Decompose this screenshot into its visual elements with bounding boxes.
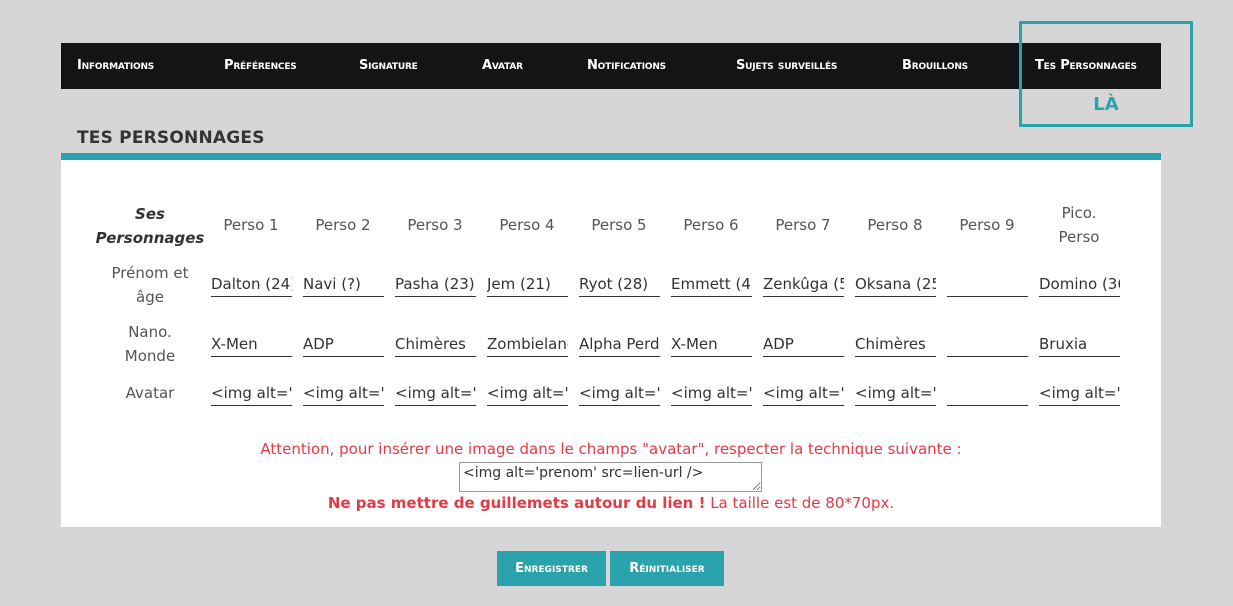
nano-monde-input-3[interactable] [395, 331, 476, 357]
highlight-annotation-label: LÀ [1093, 94, 1119, 115]
prenom-age-input-2[interactable] [303, 271, 384, 297]
column-header-perso-6: Perso 6 [683, 216, 739, 234]
avatar-input-9[interactable] [947, 380, 1028, 406]
prenom-age-input-6[interactable] [671, 271, 752, 297]
tab-preferences[interactable]: Préférences [224, 43, 297, 89]
avatar-input-6[interactable] [671, 380, 752, 406]
tab-sujets-surveilles[interactable]: Sujets surveillés [736, 43, 837, 89]
column-header-perso-9: Perso 9 [959, 216, 1015, 234]
column-header-perso-3: Perso 3 [407, 216, 463, 234]
avatar-example-code[interactable]: <img alt='prenom' src=lien-url /> [459, 462, 762, 492]
avatar-warning-text: Attention, pour insérer une image dans l… [260, 440, 962, 458]
avatar-input-3[interactable] [395, 380, 476, 406]
avatar-input-4[interactable] [487, 380, 568, 406]
nano-monde-input-4[interactable] [487, 331, 568, 357]
avatar-note: Ne pas mettre de guillemets autour du li… [61, 494, 1161, 512]
column-header-perso-5: Perso 5 [591, 216, 647, 234]
avatar-input-pico[interactable] [1039, 380, 1120, 406]
tab-notifications[interactable]: Notifications [587, 43, 666, 89]
column-header-perso-7: Perso 7 [775, 216, 831, 234]
section-title-underline [61, 153, 1161, 160]
avatar-note-size: La taille est de 80*70px. [710, 494, 895, 512]
nano-monde-input-5[interactable] [579, 331, 660, 357]
prenom-age-input-4[interactable] [487, 271, 568, 297]
nano-monde-input-1[interactable] [211, 331, 292, 357]
nano-monde-input-9[interactable] [947, 331, 1028, 357]
nano-monde-input-6[interactable] [671, 331, 752, 357]
avatar-note-bold: Ne pas mettre de guillemets autour du li… [327, 494, 706, 512]
save-button[interactable]: Enregistrer [497, 551, 606, 586]
column-header-perso-4: Perso 4 [499, 216, 555, 234]
table-corner-label: Ses Personnages [95, 205, 205, 247]
tab-avatar[interactable]: Avatar [482, 43, 523, 89]
prenom-age-input-3[interactable] [395, 271, 476, 297]
row-label-avatar: Avatar [125, 384, 175, 402]
prenom-age-input-8[interactable] [855, 271, 936, 297]
prenom-age-input-pico[interactable] [1039, 271, 1120, 297]
nano-monde-input-pico[interactable] [1039, 331, 1120, 357]
avatar-input-1[interactable] [211, 380, 292, 406]
prenom-age-input-1[interactable] [211, 271, 292, 297]
section-title: TES PERSONNAGES [77, 128, 265, 148]
prenom-age-input-9[interactable] [947, 271, 1028, 297]
row-label-nano-monde: Nano. Monde [124, 323, 176, 365]
nano-monde-input-8[interactable] [855, 331, 936, 357]
avatar-input-2[interactable] [303, 380, 384, 406]
prenom-age-input-5[interactable] [579, 271, 660, 297]
avatar-input-7[interactable] [763, 380, 844, 406]
avatar-input-5[interactable] [579, 380, 660, 406]
avatar-input-8[interactable] [855, 380, 936, 406]
tab-signature[interactable]: Signature [359, 43, 418, 89]
column-header-perso-2: Perso 2 [315, 216, 371, 234]
tab-brouillons[interactable]: Brouillons [902, 43, 968, 89]
reset-button[interactable]: Réinitialiser [610, 551, 724, 586]
column-header-pico-perso: Pico. Perso [1058, 204, 1100, 246]
nano-monde-input-2[interactable] [303, 331, 384, 357]
nano-monde-input-7[interactable] [763, 331, 844, 357]
tab-informations[interactable]: Informations [77, 43, 154, 89]
column-header-perso-8: Perso 8 [867, 216, 923, 234]
column-header-perso-1: Perso 1 [223, 216, 279, 234]
row-label-prenom-age: Prénom et âge [111, 264, 189, 306]
prenom-age-input-7[interactable] [763, 271, 844, 297]
